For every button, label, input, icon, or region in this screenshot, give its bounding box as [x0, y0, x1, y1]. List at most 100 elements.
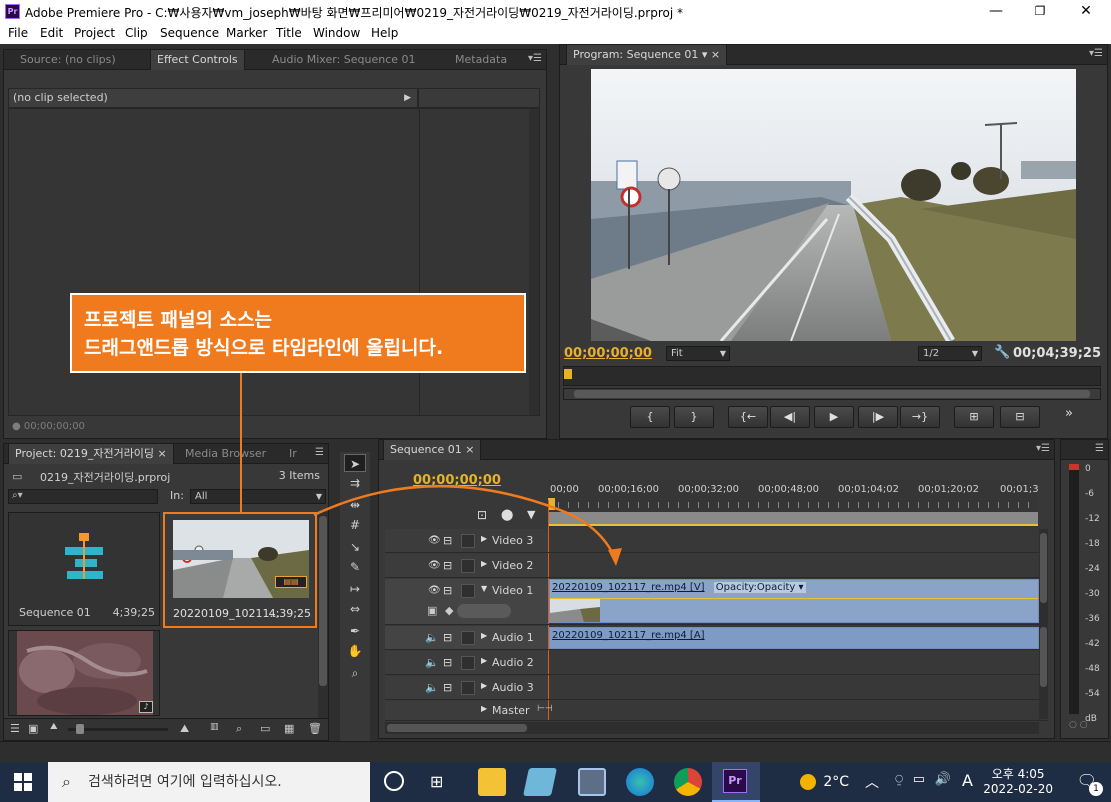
menu-clip[interactable]: Clip [125, 26, 148, 40]
panel-menu-icon[interactable]: ☰ [315, 447, 324, 458]
v-scrollbar-thumb-top[interactable] [1040, 533, 1047, 603]
weather-sun-icon[interactable] [800, 774, 816, 790]
step-back-button[interactable]: ◀| [770, 406, 810, 428]
widgets-icon[interactable]: ⊞ [430, 772, 443, 791]
target-box[interactable] [461, 631, 475, 645]
playhead-marker[interactable] [564, 369, 572, 379]
minimize-button[interactable]: — [973, 0, 1019, 23]
menu-sequence[interactable]: Sequence [160, 26, 219, 40]
weather-temperature[interactable]: 2°C [823, 774, 849, 790]
panel-menu-icon[interactable]: ▾☰ [1036, 443, 1050, 454]
tab-metadata[interactable]: Metadata [449, 50, 513, 70]
windows-start-icon[interactable] [14, 773, 32, 791]
network-icon[interactable]: ▭ [913, 772, 925, 787]
menu-marker[interactable]: Marker [226, 26, 267, 40]
pen-tool-icon[interactable]: ✒ [344, 622, 366, 640]
panel-menu-icon[interactable]: ☰ [1095, 443, 1104, 454]
target-box[interactable] [461, 656, 475, 670]
play-button[interactable]: ▶ [814, 406, 854, 428]
lock-icon[interactable]: ⊟ [443, 631, 452, 644]
trash-icon[interactable]: 🗑 [308, 722, 322, 735]
target-box[interactable] [461, 681, 475, 695]
speaker-icon[interactable]: 🔈 [425, 681, 439, 694]
program-ruler[interactable] [563, 366, 1101, 386]
new-item-icon[interactable]: ▦ [284, 722, 294, 735]
zoom-scrollbar-thumb[interactable] [574, 390, 1090, 398]
show-hidden-icons-icon[interactable]: ︿ [865, 772, 879, 792]
wrench-icon[interactable]: 🔧 [994, 345, 1010, 360]
keyframe-icon[interactable]: ◆ [445, 604, 453, 617]
menu-file[interactable]: File [8, 26, 28, 40]
menu-title[interactable]: Title [276, 26, 302, 40]
panel-menu-icon[interactable]: ▾☰ [1089, 48, 1103, 59]
slide-tool-icon[interactable]: ⇔ [344, 600, 366, 618]
lock-icon[interactable]: ⊟ [443, 656, 452, 669]
ime-indicator[interactable]: A [962, 771, 973, 790]
tab-audio-mixer[interactable]: Audio Mixer: Sequence 01 [266, 50, 422, 70]
new-bin-icon[interactable]: ▭ [260, 722, 270, 735]
clock[interactable]: 오후 4:05 2022-02-20 [983, 765, 1053, 796]
automate-icon[interactable]: ▥ [210, 722, 219, 732]
zoom-out-icon[interactable]: ⛰ [50, 722, 58, 732]
tab-source[interactable]: Source: (no clips) [14, 50, 122, 70]
lock-icon[interactable]: ⊟ [443, 681, 452, 694]
search-input[interactable]: ⌕▾ [8, 489, 158, 504]
eye-icon[interactable]: 👁 [428, 585, 441, 596]
maximize-button[interactable]: ❐ [1017, 0, 1063, 23]
calculator-icon[interactable] [578, 768, 606, 796]
zoom-slider-thumb[interactable] [76, 724, 84, 734]
expand-icon[interactable]: ▶ [481, 656, 487, 665]
zoom-tool-icon[interactable]: ⌕ [344, 664, 366, 682]
expand-icon[interactable]: ▶ [481, 631, 487, 640]
go-to-in-button[interactable]: {← [728, 406, 768, 428]
meet-now-icon[interactable]: ⍜ [895, 772, 903, 787]
task-view-icon[interactable] [384, 771, 404, 791]
opacity-line[interactable] [550, 598, 1038, 599]
file-explorer-icon[interactable] [478, 768, 506, 796]
tab-media-browser[interactable]: Media Browser [179, 444, 272, 464]
hand-tool-icon[interactable]: ✋ [344, 642, 366, 660]
timeline-horizontal-scrollbar[interactable] [385, 722, 1039, 734]
icon-view-icon[interactable]: ▣ [28, 722, 38, 735]
speaker-icon[interactable]: 🔈 [425, 631, 439, 644]
tab-program[interactable]: Program: Sequence 01 ▾ × [566, 45, 728, 65]
fit-dropdown[interactable]: Fit ▼ [666, 346, 730, 361]
tab-effect-controls[interactable]: Effect Controls [150, 50, 245, 70]
display-style-icon[interactable]: ▣ [427, 604, 437, 617]
taskbar-search-box[interactable]: ⌕ 검색하려면 여기에 입력하십시오. [48, 762, 370, 802]
go-to-out-button[interactable]: →} [900, 406, 940, 428]
notes-app-icon[interactable] [523, 768, 557, 796]
zoom-in-icon[interactable]: ⛰ [180, 722, 189, 736]
timeline-vertical-scrollbar[interactable] [1039, 529, 1048, 719]
keyframe-nav[interactable] [457, 604, 511, 618]
menu-window[interactable]: Window [313, 26, 360, 40]
third-clip-thumbnail[interactable]: ♪ [8, 630, 160, 716]
extract-button[interactable]: ⊟ [1000, 406, 1040, 428]
collapse-icon[interactable]: ▼ [481, 584, 487, 593]
menu-project[interactable]: Project [74, 26, 115, 40]
volume-icon[interactable]: 🔊 [935, 772, 951, 787]
target-box[interactable] [461, 584, 475, 598]
expand-icon[interactable]: ▶ [481, 681, 487, 690]
resolution-dropdown[interactable]: 1/2 ▼ [918, 346, 982, 361]
menu-edit[interactable]: Edit [40, 26, 63, 40]
play-arrow-icon[interactable]: ▶ [404, 89, 411, 107]
scrollbar[interactable] [529, 109, 539, 415]
speaker-icon[interactable]: 🔈 [425, 656, 439, 669]
slip-tool-icon[interactable]: ↦ [344, 580, 366, 598]
opacity-dropdown[interactable]: Opacity:Opacity ▾ [713, 582, 806, 593]
thumbnail-zoom-slider[interactable] [68, 724, 168, 734]
program-current-time[interactable]: 00;00;00;00 [564, 346, 652, 361]
v-scrollbar-thumb-bottom[interactable] [1040, 627, 1047, 687]
solo-buttons-icon[interactable]: ○ ○ [1069, 720, 1088, 730]
tab-info[interactable]: Ir [283, 444, 303, 464]
premiere-taskbar-button[interactable]: Pr [712, 762, 760, 802]
find-icon[interactable]: ⌕ [236, 722, 242, 736]
list-view-icon[interactable]: ☰ [10, 722, 20, 735]
edge-browser-icon[interactable] [626, 768, 654, 796]
lift-button[interactable]: ⊞ [954, 406, 994, 428]
audio-clip[interactable]: 20220109_102117_re.mp4 [A] [549, 627, 1039, 649]
sequence-thumbnail[interactable]: Sequence 01 4;39;25 [8, 512, 160, 626]
expand-icon[interactable]: ▶ [481, 704, 487, 713]
close-button[interactable]: ✕ [1063, 0, 1109, 23]
